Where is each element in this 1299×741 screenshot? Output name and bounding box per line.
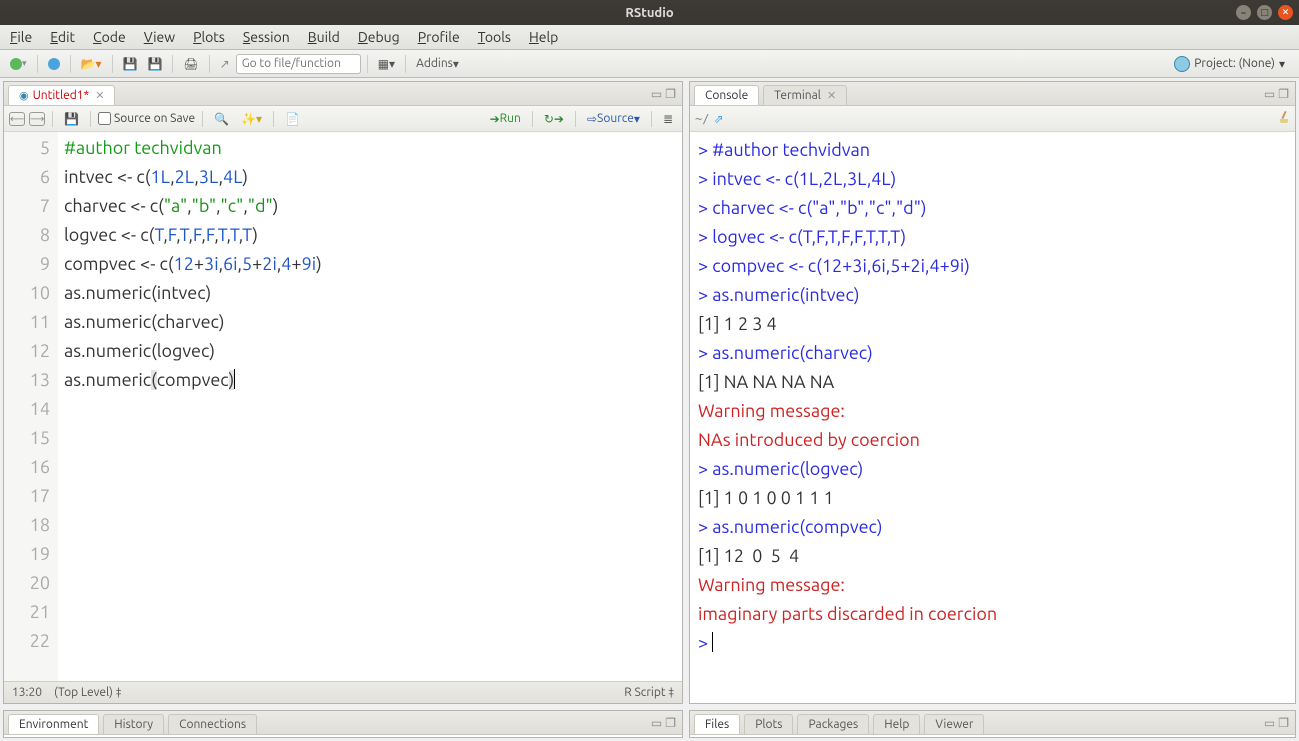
menu-code[interactable]: Code [93, 29, 126, 45]
menu-build[interactable]: Build [308, 29, 340, 45]
save-script-button[interactable]: 💾 [60, 110, 83, 128]
project-selector[interactable]: Project: (None) ▾ [1174, 56, 1293, 72]
outline-button[interactable]: ≣ [659, 110, 677, 128]
tab-packages[interactable]: Packages [797, 714, 869, 734]
maximize-pane-icon[interactable]: ❐ [1278, 87, 1289, 101]
tab-viewer[interactable]: Viewer [924, 714, 984, 734]
addins-menu[interactable]: Addins ▾ [412, 55, 463, 73]
console-toolbar: ~/ ⇗ [690, 106, 1295, 132]
open-file-button[interactable]: 📂▾ [77, 55, 106, 73]
language-selector[interactable]: R Script ‡ [624, 686, 674, 699]
workspace-grid-button[interactable]: ▦▾ [374, 55, 399, 73]
new-project-button[interactable] [44, 56, 64, 72]
save-button[interactable]: 💾 [119, 55, 142, 73]
source-button[interactable]: ⇨ Source ▾ [583, 110, 644, 128]
tab-terminal[interactable]: Terminal ✕ [763, 85, 847, 105]
menu-help[interactable]: Help [529, 29, 558, 45]
menu-profile[interactable]: Profile [418, 29, 460, 45]
scope-selector[interactable]: (Top Level) ‡ [54, 686, 121, 699]
close-button[interactable]: ✕ [1278, 5, 1293, 20]
source-on-save-checkbox[interactable]: Source on Save [98, 112, 195, 125]
menu-edit[interactable]: Edit [50, 29, 75, 45]
cursor-position: 13:20 [12, 686, 42, 699]
tab-console[interactable]: Console [694, 85, 759, 105]
tab-help[interactable]: Help [873, 714, 920, 734]
tab-connections[interactable]: Connections [168, 714, 257, 734]
close-tab-icon[interactable]: ✕ [95, 89, 104, 102]
console-cwd: ~/ [695, 112, 709, 126]
menubar: File Edit Code View Plots Session Build Debug Pr… [0, 25, 1299, 50]
goto-function-button[interactable]: ↗ [216, 55, 234, 73]
magic-wand-button[interactable]: ✨▾ [237, 110, 266, 128]
bottom-right-tabbar: FilesPlotsPackagesHelpViewer ▭❐ [690, 711, 1295, 735]
minimize-pane-icon[interactable]: ▭ [651, 87, 662, 101]
notebook-button[interactable]: 📄 [281, 110, 304, 128]
editor-tabbar: ◉ Untitled1* ✕ ▭❐ [4, 82, 682, 106]
save-all-button[interactable]: 💾 [143, 55, 166, 73]
clear-console-button[interactable] [1278, 111, 1290, 126]
new-file-button[interactable]: ▾ [6, 56, 31, 72]
editor-tab-untitled1[interactable]: ◉ Untitled1* ✕ [8, 85, 115, 105]
console-output[interactable]: > #author techvidvan> intvec <- c(1L,2L,… [690, 132, 1295, 703]
minimize-button[interactable]: – [1236, 5, 1251, 20]
menu-file[interactable]: File [10, 29, 32, 45]
tab-environment[interactable]: Environment [8, 714, 99, 734]
code-editor[interactable]: 5678910111213141516171819202122 #author … [4, 132, 682, 681]
console-tabbar: ConsoleTerminal ✕ ▭❐ [690, 82, 1295, 106]
maximize-pane-icon[interactable]: ❐ [665, 87, 676, 101]
tab-files[interactable]: Files [694, 714, 740, 734]
maximize-pane-icon[interactable]: ❐ [1278, 716, 1289, 730]
nav-back-button[interactable]: ⟵ [9, 112, 25, 126]
maximize-button[interactable]: □ [1257, 5, 1272, 20]
menu-view[interactable]: View [144, 29, 175, 45]
editor-statusbar: 13:20 (Top Level) ‡ R Script ‡ [4, 681, 682, 703]
run-button[interactable]: ➔ Run [486, 110, 525, 128]
menu-session[interactable]: Session [243, 29, 290, 45]
editor-toolbar: ⟵ ⟶ 💾 Source on Save 🔍 ✨▾ 📄 ➔ Run ↻➔ ⇨ S… [4, 106, 682, 132]
menu-plots[interactable]: Plots [193, 29, 225, 45]
main-toolbar: ▾ 📂▾ 💾 💾 🖨 ↗ ▦▾ Addins ▾ Project: (None)… [0, 50, 1299, 78]
window-titlebar: RStudio – □ ✕ [0, 0, 1299, 25]
menu-debug[interactable]: Debug [358, 29, 400, 45]
menu-tools[interactable]: Tools [478, 29, 511, 45]
print-button[interactable]: 🖨 [179, 55, 202, 73]
maximize-pane-icon[interactable]: ❐ [665, 716, 676, 730]
editor-tab-label: Untitled1* [33, 89, 90, 102]
cwd-browse-icon[interactable]: ⇗ [713, 112, 723, 126]
rerun-button[interactable]: ↻➔ [540, 110, 568, 128]
minimize-pane-icon[interactable]: ▭ [1264, 716, 1275, 730]
minimize-pane-icon[interactable]: ▭ [1264, 87, 1275, 101]
minimize-pane-icon[interactable]: ▭ [651, 716, 662, 730]
goto-file-input[interactable] [236, 54, 361, 74]
bottom-left-tabbar: EnvironmentHistoryConnections ▭❐ [4, 711, 682, 735]
tab-history[interactable]: History [103, 714, 164, 734]
window-title: RStudio [625, 6, 673, 20]
nav-forward-button[interactable]: ⟶ [29, 112, 45, 126]
tab-plots[interactable]: Plots [744, 714, 793, 734]
find-button[interactable]: 🔍 [210, 110, 233, 128]
